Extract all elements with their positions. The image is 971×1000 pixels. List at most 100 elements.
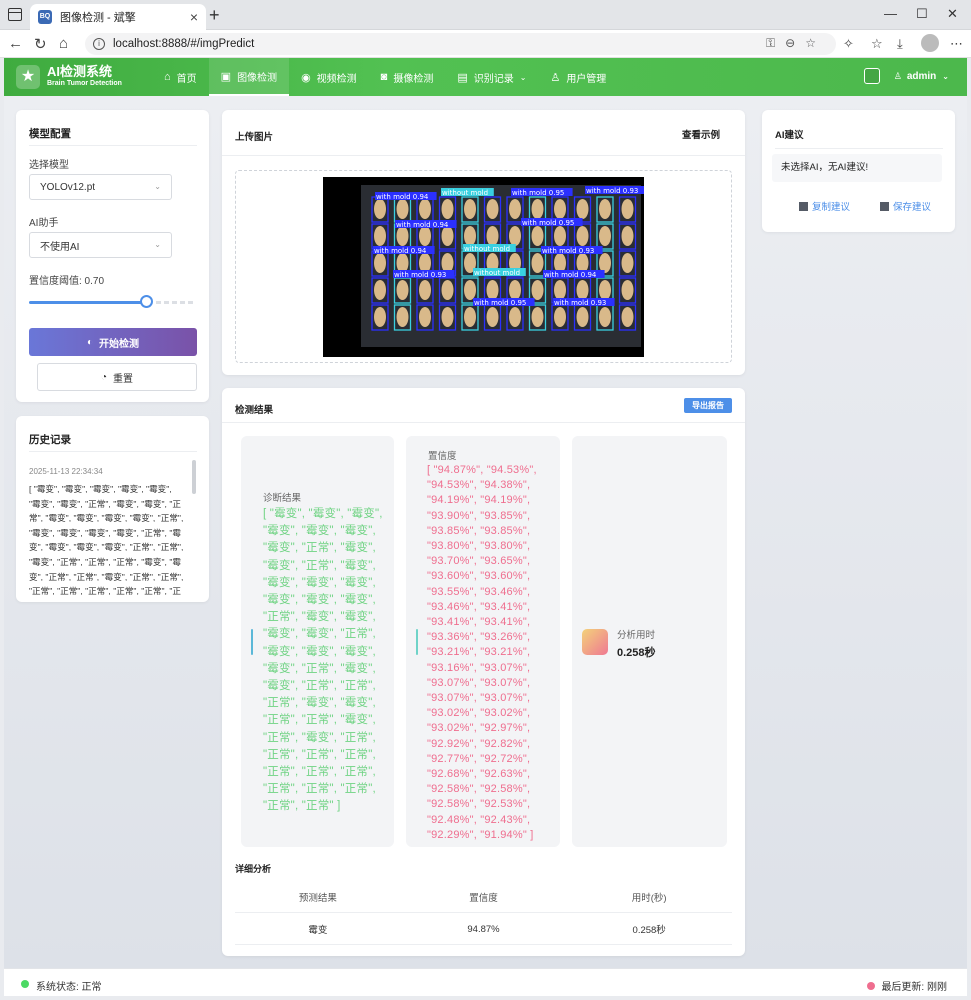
main-nav: ⌂ 首页 ▣ 图像检测 ◉ 视频检测 ◙ 摄像检测 ▤ 识别记录 ⌄ ♙ 用户管理 xyxy=(152,58,618,96)
diagnosis-values: [ "霉变", "霉变", "霉变", "霉变", "霉变", "霉变", "霉变"… xyxy=(263,506,391,816)
camera-icon: ◙ xyxy=(380,71,388,83)
reset-button[interactable]: ◔ 重置 xyxy=(37,363,197,391)
kernel xyxy=(374,199,386,219)
kernel xyxy=(599,280,611,300)
url-action-icons[interactable]: ⚿⊖☆ xyxy=(766,36,826,51)
app-header: ★ AI检测系统 Brain Tumor Detection ⌂ 首页 ▣ 图像检测… xyxy=(4,58,967,96)
model-select[interactable]: YOLOv12.pt ⌄ xyxy=(29,174,172,200)
back-icon[interactable]: ← xyxy=(8,35,23,52)
nav-records[interactable]: ▤ 识别记录 ⌄ xyxy=(445,58,538,96)
detection-label: with mold 0.95 xyxy=(522,219,574,227)
play-circle-icon: ◉ xyxy=(301,71,311,84)
save-advice-button[interactable]: 保存建议 xyxy=(880,199,931,213)
confidence-line: "93.60%", "93.60%", xyxy=(427,570,531,583)
kernel xyxy=(554,226,566,246)
diagnosis-line: "正常", "正常", "正常", xyxy=(263,783,376,796)
time-label: 分析用时 xyxy=(617,630,656,641)
kernel xyxy=(464,280,476,300)
kernel xyxy=(554,280,566,300)
username[interactable]: admin xyxy=(907,71,936,82)
threshold-slider-fill[interactable] xyxy=(29,301,147,304)
card-title: AI建议 xyxy=(775,130,804,141)
nav-label: 视频检测 xyxy=(316,73,357,85)
diagnosis-line: "正常", "正常", "正常", xyxy=(263,748,376,761)
download-icon[interactable]: ⤓ xyxy=(897,36,903,52)
url-field[interactable]: i localhost:8888/#/imgPredict ⚿⊖☆ xyxy=(85,33,836,55)
new-tab-icon[interactable]: + xyxy=(209,5,220,26)
model-config-card: 模型配置 选择模型 YOLOv12.pt ⌄ AI助手 不使用AI ⌄ 置信度阈… xyxy=(16,110,209,402)
ai-assistant-select[interactable]: 不使用AI ⌄ xyxy=(29,232,172,258)
time-gradient-icon xyxy=(582,629,608,655)
confidence-label: 置信度 xyxy=(428,451,457,462)
address-bar: ← ↻ ⌂ i localhost:8888/#/imgPredict ⚿⊖☆ … xyxy=(0,30,971,58)
nav-user-manage[interactable]: ♙ 用户管理 xyxy=(538,58,618,96)
maximize-icon[interactable]: ☐ xyxy=(916,6,928,22)
diagnosis-line: "霉变", "正常", "霉变", xyxy=(263,662,376,675)
history-scrollbar[interactable] xyxy=(192,460,196,494)
kernel xyxy=(621,307,634,327)
window-menu-icon[interactable] xyxy=(8,8,22,21)
close-icon[interactable]: × xyxy=(190,9,198,25)
start-detect-button[interactable]: ◐ 开始检测 xyxy=(29,328,197,356)
site-info-icon[interactable]: i xyxy=(93,38,105,50)
threshold-slider-rest[interactable] xyxy=(156,301,196,304)
home-browser-icon[interactable]: ⌂ xyxy=(59,35,68,52)
card-title: 历史记录 xyxy=(29,434,71,446)
favorites-icon[interactable]: ☆ xyxy=(871,36,883,52)
nav-home[interactable]: ⌂ 首页 xyxy=(152,58,209,96)
upload-dropzone[interactable]: with mold 0.94 without mold with mold 0.95… xyxy=(235,170,732,363)
refresh-icon[interactable]: ↻ xyxy=(34,35,47,53)
confidence-line: "93.07%", "93.07%", xyxy=(427,676,531,689)
user-icon: ♙ xyxy=(893,70,902,81)
confidence-line: "94.19%", "94.19%", xyxy=(427,494,531,507)
confidence-line: "93.46%", "93.41%", xyxy=(427,600,531,613)
nav-camera-detect[interactable]: ◙ 摄像检测 xyxy=(369,58,446,96)
detection-label: with mold 0.94 xyxy=(396,221,449,229)
confidence-accent xyxy=(416,629,418,655)
history-line: 变", "正常", "正常", "霉变", "正常", "正常", xyxy=(29,571,184,582)
detection-label: with mold 0.94 xyxy=(374,247,427,255)
threshold-slider-handle[interactable] xyxy=(140,295,153,308)
kernel xyxy=(531,226,544,246)
table-row[interactable]: 霉变 94.87% 0.258秒 xyxy=(235,914,732,944)
fullscreen-icon[interactable] xyxy=(863,68,880,84)
chevron-down-icon[interactable]: ⌄ xyxy=(942,72,949,81)
view-example-link[interactable]: 查看示例 xyxy=(682,127,720,141)
copy-advice-button[interactable]: 复制建议 xyxy=(799,199,850,213)
kernel xyxy=(599,199,611,219)
confidence-line: "92.92%", "92.82%", xyxy=(427,737,531,750)
confidence-line: "93.02%", "93.02%", xyxy=(427,707,531,720)
nav-video-detect[interactable]: ◉ 视频检测 xyxy=(289,58,369,96)
time-panel: 分析用时 0.258秒 xyxy=(572,436,727,847)
history-card: 历史记录 2025-11-13 22:34:34 [ "霉变", "霉变", "… xyxy=(16,416,209,602)
history-entry[interactable]: [ "霉变", "霉变", "霉变", "霉变", "霉变", "霉变", "霉变… xyxy=(29,482,191,599)
card-title: 上传图片 xyxy=(235,132,274,143)
more-menu-icon[interactable]: ⋯ xyxy=(950,36,963,52)
kernel xyxy=(576,307,589,327)
extensions-icon[interactable]: ✧ xyxy=(843,36,854,52)
diagnosis-line: "霉变", "正常", "正常", xyxy=(263,680,376,693)
nav-image-detect[interactable]: ▣ 图像检测 xyxy=(208,58,290,96)
detection-label: with mold 0.94 xyxy=(376,193,429,201)
profile-avatar[interactable] xyxy=(921,34,939,52)
detection-label: with mold 0.95 xyxy=(512,189,564,197)
history-timestamp: 2025-11-13 22:34:34 xyxy=(29,467,103,476)
export-report-button[interactable]: 导出报告 xyxy=(684,398,732,413)
main-content: 模型配置 选择模型 YOLOv12.pt ⌄ AI助手 不使用AI ⌄ 置信度阈… xyxy=(4,96,967,968)
reset-icon: ◔ xyxy=(100,371,108,383)
diagnosis-panel: 诊断结果 [ "霉变", "霉变", "霉变", "霉变", "霉变", "霉变"… xyxy=(241,436,394,847)
kernel xyxy=(464,307,476,327)
browser-tab[interactable]: BQ 图像检测 - 斌擎 × xyxy=(30,4,206,30)
kernel xyxy=(486,226,499,246)
kernel xyxy=(374,226,386,246)
history-line: "正常", "正常", "正常", "正常", "正常", "正 xyxy=(29,586,181,597)
upload-card: 上传图片 查看示例 with mold 0.94 without mold with… xyxy=(222,110,745,375)
kernel xyxy=(576,226,589,246)
detection-label: with mold 0.93 xyxy=(542,247,594,255)
system-status: 系统状态: 正常 xyxy=(36,982,102,993)
threshold-label: 置信度阈值: 0.70 xyxy=(29,276,105,287)
window-close-icon[interactable]: ✕ xyxy=(947,6,958,22)
column-header: 用时(秒) xyxy=(631,893,667,904)
chevron-down-icon: ⌄ xyxy=(154,182,161,191)
minimize-icon[interactable]: — xyxy=(884,6,897,21)
